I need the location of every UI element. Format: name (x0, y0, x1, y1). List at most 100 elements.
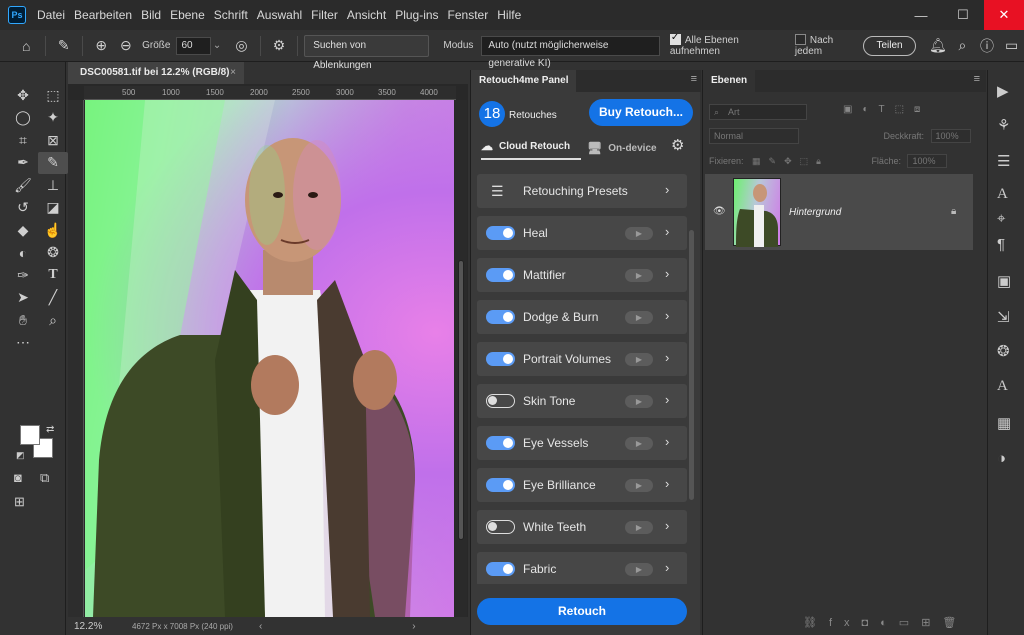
plugin-list-scrollbar[interactable] (689, 230, 694, 500)
layer-filter-select[interactable]: ⌕ Art (709, 104, 807, 120)
menu-datei[interactable]: Datei (33, 0, 69, 30)
toggle-fabric[interactable] (486, 562, 515, 576)
paths-icon[interactable]: ⌖ (997, 210, 1005, 227)
minimize-icon[interactable]: — (900, 0, 942, 30)
smudge-tool-icon[interactable]: ☝ (38, 219, 68, 242)
marquee-tool-icon[interactable]: ⬚ (38, 84, 68, 107)
on-device-tab[interactable]: 🖥︎ On-device (587, 136, 657, 160)
hand-tool-icon[interactable]: ✋︎ (8, 309, 38, 332)
crop-tool-icon[interactable]: ⌗ (8, 129, 38, 152)
menu-schrift[interactable]: Schrift (210, 0, 252, 30)
history-icon[interactable]: ⇲ (997, 308, 1010, 326)
adjust-icon[interactable]: ⚘ (997, 116, 1010, 134)
home-icon[interactable]: ⌂ (14, 34, 39, 58)
chevron-right-icon[interactable]: › (665, 560, 669, 575)
lock-icons[interactable]: ▦✎✥⬚🔒︎ (752, 156, 829, 166)
toggle-white-teeth[interactable] (486, 520, 515, 534)
document-tab[interactable]: DSC00581.tif bei 12.2% (RGB/8) × (68, 62, 244, 84)
eyedropper-tool-icon[interactable]: ✒ (8, 152, 38, 175)
mode-select[interactable]: Auto (nutzt möglicherweise generative KI… (481, 35, 660, 69)
toggle-eye-vessels[interactable] (486, 436, 515, 450)
close-icon[interactable]: ✕ (984, 0, 1024, 30)
frame-tool-icon[interactable]: ⊠ (38, 129, 68, 152)
toggle-eye-brilliance[interactable] (486, 478, 515, 492)
menu-auswahl[interactable]: Auswahl (253, 0, 306, 30)
presets-row[interactable]: ☰ Retouching Presets › (477, 174, 687, 208)
share-button[interactable]: Teilen (863, 35, 916, 56)
retouch-panel-tab[interactable]: Retouch4me Panel (471, 70, 577, 92)
toggle-mattifier[interactable] (486, 268, 515, 282)
panel-menu-icon[interactable]: ≡ (974, 73, 980, 85)
status-arrow-left-icon[interactable]: ‹ (259, 621, 262, 632)
eraser-tool-icon[interactable]: ◪ (38, 197, 68, 220)
size-input[interactable]: 60 (176, 36, 211, 55)
play-icon[interactable]: ▶ (625, 563, 653, 576)
quick-mask-icon[interactable]: ◙ (14, 470, 22, 485)
foreground-color-swatch[interactable] (20, 425, 40, 445)
fill-input[interactable]: 100% (907, 154, 948, 168)
line-tool-icon[interactable]: ╱ (38, 287, 68, 310)
menu-hilfe[interactable]: Hilfe (493, 0, 525, 30)
chevron-right-icon[interactable]: › (665, 224, 669, 239)
magic-wand-tool-icon[interactable]: ✦ (38, 107, 68, 130)
workspace-icon[interactable]: ▭ (999, 34, 1024, 58)
toggle-skin-tone[interactable] (486, 394, 515, 408)
toggle-dodge-burn[interactable] (486, 310, 515, 324)
menu-filter[interactable]: Filter (307, 0, 342, 30)
settings-gear-icon[interactable]: ⚙ (267, 34, 292, 58)
adjustments-icon[interactable]: ◑ (997, 450, 1006, 467)
cloud-retouch-tab[interactable]: ☁ Cloud Retouch (481, 136, 581, 160)
play-icon[interactable]: ▶ (625, 227, 653, 240)
after-each-checkbox[interactable]: Nach jedem (794, 34, 860, 57)
move-tool-icon[interactable]: ✥ (8, 84, 38, 107)
size-dropdown-icon[interactable]: ⌄ (213, 40, 221, 51)
swap-colors-icon[interactable]: ⇄ (46, 424, 54, 435)
paint-bucket-icon[interactable]: ◆ (8, 219, 38, 242)
buy-retouch-button[interactable]: Buy Retouch... (589, 99, 693, 126)
canvas-vertical-scrollbar[interactable] (455, 100, 467, 617)
scroll-thumb[interactable] (458, 260, 464, 540)
chevron-right-icon[interactable]: › (665, 518, 669, 533)
brush-add-icon[interactable]: ⊕ (89, 34, 114, 58)
libraries-icon[interactable]: ▣ (997, 272, 1011, 290)
status-arrow-right-icon[interactable]: › (412, 621, 415, 632)
default-colors-icon[interactable]: ◩ (16, 450, 25, 461)
chevron-right-icon[interactable]: › (665, 350, 669, 365)
toggle-heal[interactable] (486, 226, 515, 240)
find-distractions-button[interactable]: Suchen von Ablenkungen (304, 34, 430, 71)
chevron-right-icon[interactable]: › (665, 434, 669, 449)
remove-tool-icon[interactable]: ✎ (38, 151, 68, 174)
play-icon[interactable]: ▶ (625, 353, 653, 366)
stamp-tool-icon[interactable]: ⊥ (38, 174, 68, 197)
more-tools-icon[interactable]: ⋯ (8, 332, 38, 355)
panel-settings-gear-icon[interactable]: ⚙ (671, 136, 684, 154)
history-brush-icon[interactable]: ↺ (8, 197, 38, 220)
pressure-icon[interactable]: ◎ (229, 34, 254, 58)
chevron-right-icon[interactable]: › (665, 182, 669, 197)
type-tool-icon[interactable]: T (38, 264, 68, 287)
help-icon[interactable]: ⓘ (975, 34, 1000, 58)
lasso-tool-icon[interactable]: ◯ (8, 107, 38, 130)
layer-footer-icons[interactable]: ⛓fx◘◐▭⊞🗑︎ (803, 616, 968, 629)
retouch-button[interactable]: Retouch (477, 598, 687, 625)
chevron-right-icon[interactable]: › (665, 476, 669, 491)
play-icon[interactable]: ▶ (625, 311, 653, 324)
play-icon[interactable]: ▶ (625, 269, 653, 282)
chevron-right-icon[interactable]: › (665, 392, 669, 407)
screen-mode-icon[interactable]: ⧉ (40, 470, 49, 486)
menu-bearbeiten[interactable]: Bearbeiten (70, 0, 136, 30)
menu-plugins[interactable]: Plug-ins (391, 0, 442, 30)
path-select-icon[interactable]: ➤ (8, 287, 38, 310)
chevron-right-icon[interactable]: › (665, 266, 669, 281)
layers-tab[interactable]: Ebenen (703, 70, 756, 92)
close-tab-icon[interactable]: × (230, 62, 236, 84)
notification-bell-icon[interactable]: 🔔︎ (926, 34, 951, 58)
brush-subtract-icon[interactable]: ⊖ (114, 34, 139, 58)
remove-tool-icon[interactable]: ✎ (52, 34, 77, 58)
layer-filter-icons[interactable]: ▣◐T⬚⧈ (843, 104, 930, 115)
panel-menu-icon[interactable]: ≡ (691, 73, 697, 85)
menu-bild[interactable]: Bild (137, 0, 165, 30)
zoom-tool-icon[interactable]: ⌕ (38, 309, 68, 332)
sponge-tool-icon[interactable]: ❂ (38, 242, 68, 265)
opacity-input[interactable]: 100% (930, 129, 971, 143)
